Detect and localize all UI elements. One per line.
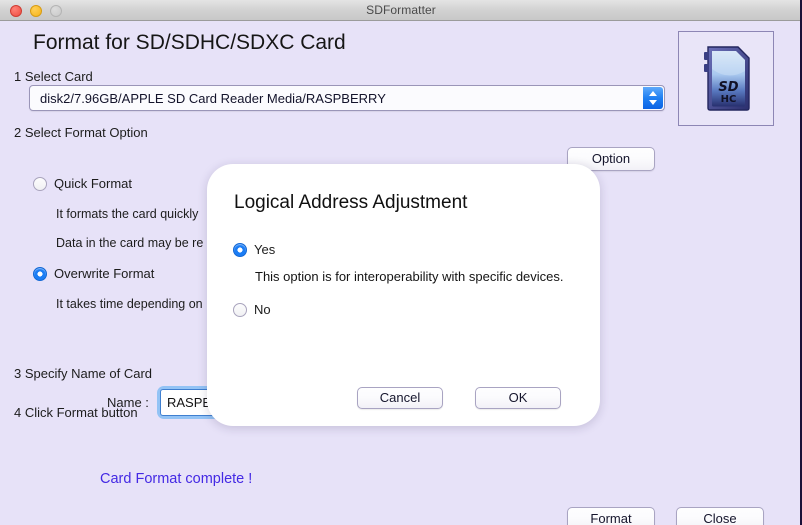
close-button[interactable]: Close: [676, 507, 764, 525]
card-select-dropdown[interactable]: disk2/7.96GB/APPLE SD Card Reader Media/…: [29, 85, 665, 111]
dialog-ok-button[interactable]: OK: [475, 387, 561, 409]
sdhc-card-icon: SD HC: [704, 46, 750, 111]
radio-quick-format-indicator[interactable]: [33, 176, 47, 191]
radio-yes[interactable]: Yes: [233, 242, 275, 257]
quick-format-description-1: It formats the card quickly: [56, 207, 199, 221]
sd-card-image-frame: SD HC: [678, 31, 774, 126]
format-button[interactable]: Format: [567, 507, 655, 525]
radio-yes-label: Yes: [254, 242, 276, 257]
step-1-label: 1 Select Card: [14, 69, 93, 84]
radio-yes-indicator[interactable]: [233, 242, 247, 257]
sdformatter-window: SDFormatter Format for SD/SDHC/SDXC Card: [0, 0, 802, 525]
radio-quick-format-label: Quick Format: [54, 176, 133, 191]
status-message: Card Format complete !: [100, 471, 253, 487]
radio-yes-description: This option is for interoperability with…: [255, 269, 564, 284]
radio-no[interactable]: No: [233, 302, 271, 317]
radio-overwrite-format-indicator[interactable]: [33, 266, 47, 281]
step-4-label: 4 Click Format button: [14, 405, 138, 420]
radio-overwrite-format[interactable]: Overwrite Format: [33, 266, 154, 281]
window-titlebar: SDFormatter: [0, 0, 800, 21]
dialog-title: Logical Address Adjustment: [234, 192, 468, 213]
name-input-value: RASPE: [167, 395, 212, 410]
quick-format-description-2: Data in the card may be re: [56, 236, 204, 250]
sd-logo-text: SD: [718, 80, 738, 95]
page-title: Format for SD/SDHC/SDXC Card: [33, 31, 346, 54]
card-select-value: disk2/7.96GB/APPLE SD Card Reader Media/…: [40, 91, 386, 106]
step-3-label: 3 Specify Name of Card: [14, 366, 153, 381]
logical-address-adjustment-dialog: Logical Address Adjustment Yes This opti…: [207, 164, 600, 426]
main-content: Format for SD/SDHC/SDXC Card SD HC 1 Sel…: [0, 21, 800, 525]
radio-no-label: No: [254, 302, 271, 317]
step-2-label: 2 Select Format Option: [14, 125, 148, 140]
radio-overwrite-format-label: Overwrite Format: [54, 266, 155, 281]
dialog-cancel-button[interactable]: Cancel: [357, 387, 443, 409]
chevron-updown-icon[interactable]: [643, 87, 663, 109]
window-title: SDFormatter: [366, 3, 436, 17]
radio-quick-format[interactable]: Quick Format: [33, 176, 132, 191]
hc-logo-text: HC: [721, 94, 737, 105]
radio-no-indicator[interactable]: [233, 302, 247, 317]
overwrite-format-description-1: It takes time depending on: [56, 297, 203, 311]
